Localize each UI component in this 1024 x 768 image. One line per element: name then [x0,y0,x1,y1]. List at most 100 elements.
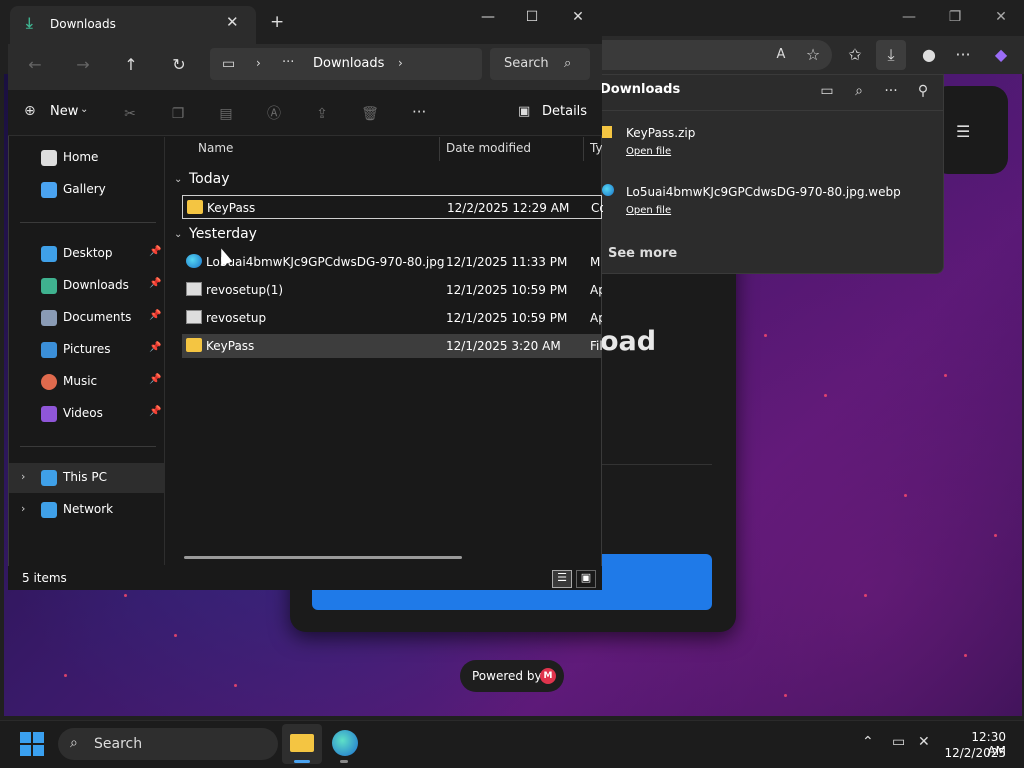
sidebar-item-network[interactable]: › Network [9,495,165,525]
chevron-right-icon: › [256,56,261,70]
file-date: 12/1/2025 11:33 PM [446,255,568,269]
start-button[interactable] [20,732,44,756]
more-options-button[interactable]: ··· [412,103,426,121]
details-view-icon[interactable]: ☰ [552,570,572,588]
sidebar-item-videos[interactable]: Videos 📌 [9,399,165,429]
read-aloud-icon[interactable]: A [766,40,796,70]
sidebar-item-documents[interactable]: Documents 📌 [9,303,165,333]
rename-icon[interactable]: Ⓐ [264,104,284,124]
sidebar-item-music[interactable]: Music 📌 [9,367,165,397]
cut-icon[interactable]: ✂ [120,104,140,124]
paste-icon[interactable]: ▤ [216,104,236,124]
sidebar-item-home[interactable]: Home [9,143,165,173]
profile-icon[interactable]: ● [914,40,944,70]
zip-folder-icon [602,126,612,138]
sidebar-item-gallery[interactable]: Gallery [9,175,165,205]
column-header-date[interactable]: Date modified [446,141,531,155]
horizontal-scrollbar[interactable] [184,556,462,559]
taskbar-file-explorer[interactable] [282,724,322,764]
sidebar-item-label: Music [63,374,98,388]
pin-icon[interactable]: ⚲ [912,80,934,102]
taskbar-edge[interactable] [332,730,358,756]
share-icon[interactable]: ⇪ [312,104,332,124]
favorites-list-icon[interactable]: ✩ [840,40,870,70]
downloads-icon[interactable]: ⤓ [876,40,906,70]
more-icon[interactable]: ··· [880,80,902,102]
search-icon: ⌕ [564,56,572,71]
chevron-right-icon[interactable]: › [21,502,25,515]
music-icon [41,374,57,390]
file-row[interactable]: revosetup 12/1/2025 10:59 PM Ap [182,306,602,330]
explorer-tab[interactable] [10,6,256,44]
close-tab-icon[interactable]: ✕ [226,13,239,31]
new-button[interactable]: New [50,104,78,119]
maximize-button[interactable]: ☐ [512,4,552,30]
downloads-divider [600,110,944,111]
details-button[interactable]: Details [542,104,587,119]
forward-button[interactable]: → [70,54,96,76]
volume-muted-icon[interactable]: ✕ [918,734,930,750]
refresh-button[interactable]: ↻ [166,54,192,76]
taskbar-search[interactable] [58,728,278,760]
new-tab-button[interactable]: + [270,12,284,32]
file-row[interactable]: Lo5uai4bmwKJc9GPCdwsDG-970-80.jpg 12/1/2… [182,250,602,274]
breadcrumb-current[interactable]: Downloads [313,56,384,71]
sidebar-item-downloads[interactable]: Downloads 📌 [9,271,165,301]
favorite-icon[interactable]: ☆ [798,40,828,70]
group-header[interactable]: Today [189,171,230,187]
column-header-type[interactable]: Ty [590,141,602,155]
powered-by-label: Powered by [472,669,542,683]
column-separator[interactable] [583,137,584,161]
status-bar [8,566,602,590]
sidebar-item-this-pc[interactable]: › This PC [9,463,165,493]
copy-icon[interactable]: ❐ [168,104,188,124]
documents-icon [41,310,57,326]
file-row[interactable]: KeyPass 12/1/2025 3:20 AM Fil [182,334,602,358]
column-separator[interactable] [439,137,440,161]
home-icon [41,150,57,166]
network-icon[interactable]: ▭ [892,734,905,750]
back-button[interactable]: ← [22,54,48,76]
file-row[interactable]: KeyPass 12/2/2025 12:29 AM Co [182,195,603,219]
browser-restore-button[interactable]: ❐ [940,2,970,32]
up-button[interactable]: ↑ [118,54,144,76]
file-name: revosetup [206,311,267,325]
sidebar-item-desktop[interactable]: Desktop 📌 [9,239,165,269]
file-date: 12/1/2025 10:59 PM [446,283,568,297]
open-folder-icon[interactable]: ▭ [816,80,838,102]
file-type: Ap [590,311,602,325]
column-header-name[interactable]: Name [198,141,233,155]
file-date: 12/1/2025 3:20 AM [446,339,561,353]
group-header[interactable]: Yesterday [189,226,257,242]
chevron-right-icon[interactable]: › [398,56,403,70]
show-hidden-icons[interactable]: ⌃ [862,734,874,750]
chevron-right-icon[interactable]: › [21,470,25,483]
sidebar-item-label: This PC [63,470,107,484]
file-row[interactable]: revosetup(1) 12/1/2025 10:59 PM Ap [182,278,602,302]
chevron-down-icon[interactable]: ⌄ [174,174,182,185]
clock-date[interactable]: 12/2/2025 [944,746,1006,760]
see-more-link[interactable]: See more [608,246,677,261]
search-placeholder: Search [504,56,549,71]
minimize-button[interactable]: — [468,4,508,30]
search-icon[interactable]: ⌕ [848,80,870,102]
sidebar-divider [20,222,156,223]
chevron-down-icon[interactable]: ⌄ [174,229,182,240]
hamburger-icon[interactable]: ☰ [956,122,974,141]
folder-icon [186,338,202,352]
downloads-panel-title: Downloads [600,82,681,97]
more-icon[interactable]: ··· [948,40,978,70]
close-button[interactable]: ✕ [558,4,598,30]
network-icon [41,502,57,518]
monitor-icon: ▭ [222,56,236,72]
open-file-link[interactable]: Open file [626,146,671,157]
copilot-icon[interactable]: ◆ [986,40,1016,70]
download-item-name: Lo5uai4bmwKJc9GPCdwsDG-970-80.jpg.webp [626,185,901,199]
browser-close-button[interactable]: ✕ [986,2,1016,32]
open-file-link[interactable]: Open file [626,205,671,216]
breadcrumb-overflow[interactable]: ··· [282,55,294,70]
browser-minimize-button[interactable]: — [894,2,924,32]
delete-icon[interactable]: 🗑 [360,104,380,124]
tiles-view-icon[interactable]: ▣ [576,570,596,588]
sidebar-item-pictures[interactable]: Pictures 📌 [9,335,165,365]
